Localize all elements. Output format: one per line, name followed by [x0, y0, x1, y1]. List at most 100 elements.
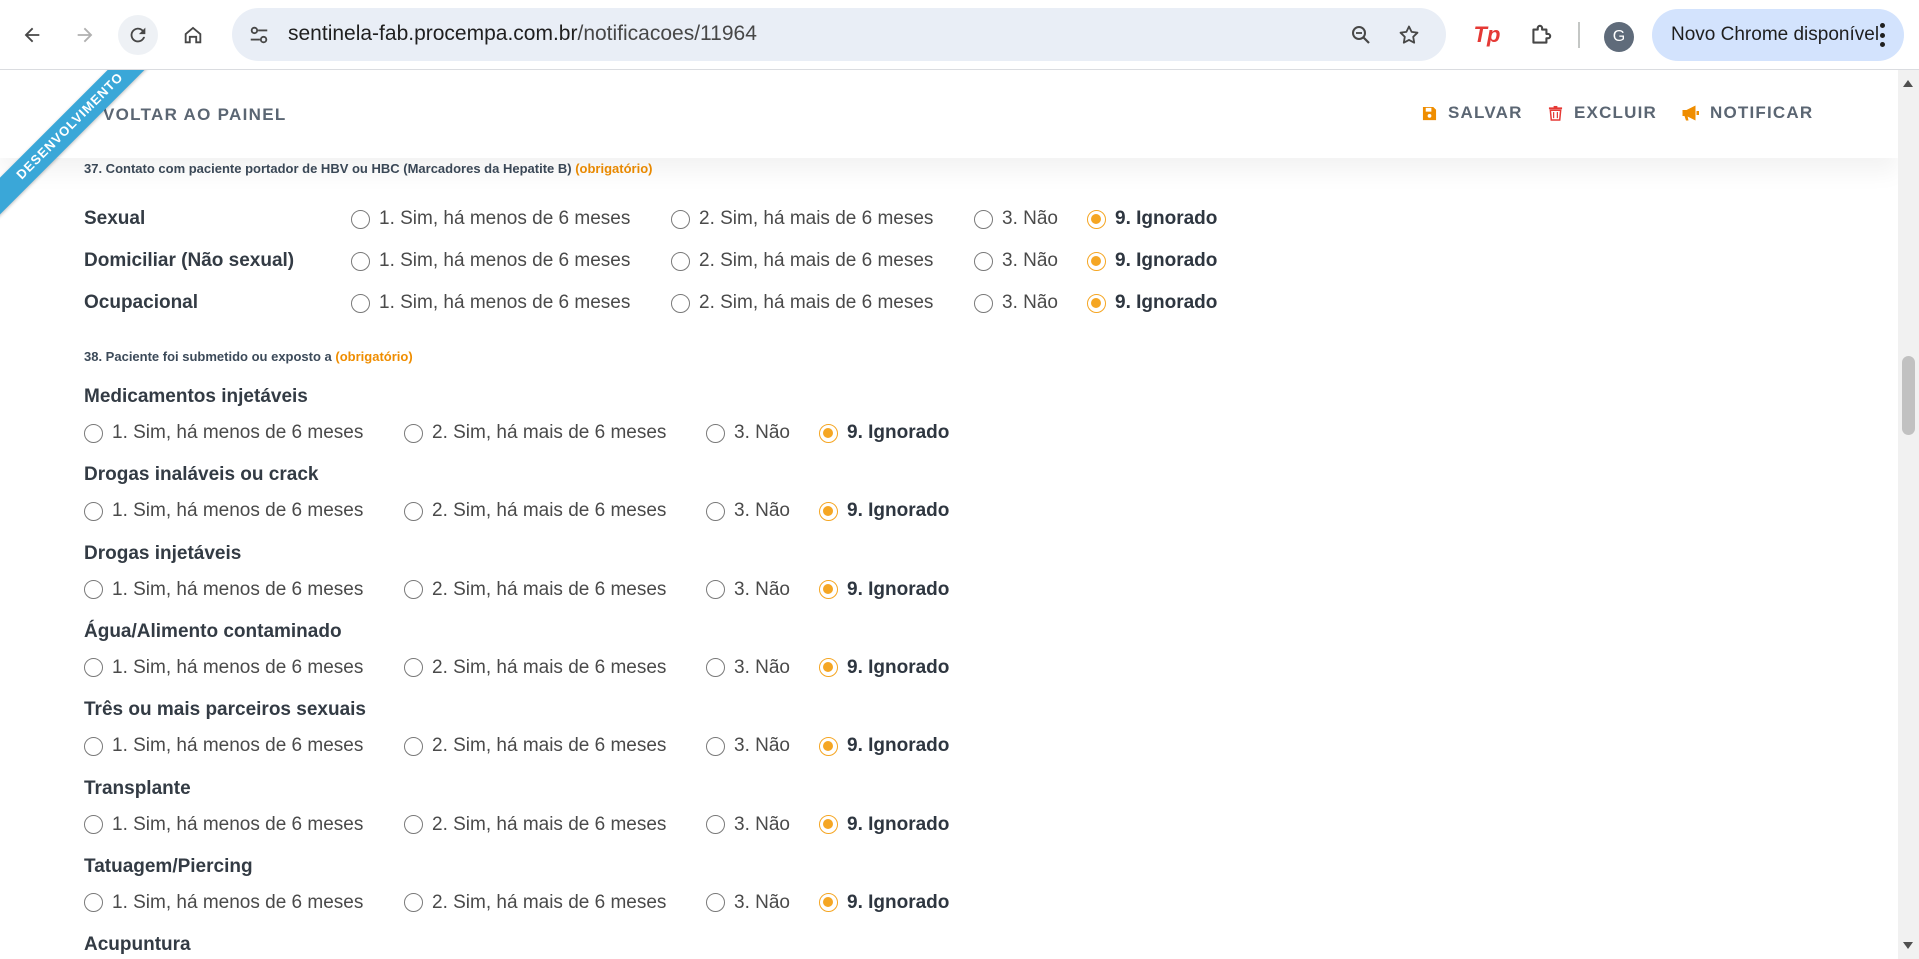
q38-transplante-option-2[interactable]: 2. Sim, há mais de 6 meses — [404, 814, 666, 836]
radio-button[interactable] — [819, 580, 838, 600]
home-icon[interactable] — [173, 15, 213, 55]
zoom-icon[interactable] — [1348, 22, 1374, 48]
page-scrollbar[interactable] — [1898, 70, 1919, 959]
radio-button[interactable] — [819, 893, 838, 913]
radio-button[interactable] — [1087, 209, 1106, 229]
radio-button[interactable] — [671, 209, 690, 229]
radio-button[interactable] — [706, 736, 725, 756]
radio-button[interactable] — [974, 251, 993, 271]
radio-button[interactable] — [404, 736, 423, 756]
radio-button[interactable] — [404, 815, 423, 834]
scroll-thumb[interactable] — [1902, 356, 1915, 435]
address-bar[interactable]: sentinela-fab.procempa.com.br/notificaco… — [232, 8, 1446, 61]
radio-button[interactable] — [84, 815, 103, 834]
q37-domiciliar-nao-sexual-option-9[interactable]: 9. Ignorado — [1087, 250, 1217, 272]
radio-button[interactable] — [706, 815, 725, 834]
q38-tatuagem-piercing-option-2[interactable]: 2. Sim, há mais de 6 meses — [404, 892, 666, 914]
q38-transplante-option-1[interactable]: 1. Sim, há menos de 6 meses — [84, 814, 363, 836]
q38-medicamentos-injetaveis-option-9[interactable]: 9. Ignorado — [819, 422, 949, 444]
q38-agua-alimento-contaminado-option-2[interactable]: 2. Sim, há mais de 6 meses — [404, 657, 666, 679]
radio-button[interactable] — [671, 251, 690, 271]
radio-button[interactable] — [974, 293, 993, 313]
radio-button[interactable] — [84, 736, 103, 756]
radio-button[interactable] — [819, 658, 838, 678]
q38-agua-alimento-contaminado-option-3[interactable]: 3. Não — [706, 657, 790, 679]
radio-button[interactable] — [819, 423, 838, 443]
back-to-panel-link[interactable]: VOLTAR AO PAINEL — [103, 105, 287, 125]
q38-drogas-inalaveis-ou-crack-option-9[interactable]: 9. Ignorado — [819, 500, 949, 522]
radio-button[interactable] — [351, 209, 370, 229]
q38-tatuagem-piercing-option-9[interactable]: 9. Ignorado — [819, 892, 949, 914]
radio-button[interactable] — [974, 209, 993, 229]
radio-button[interactable] — [404, 580, 423, 600]
radio-button[interactable] — [404, 501, 423, 521]
q38-tres-ou-mais-parceiros-sexuais-option-1[interactable]: 1. Sim, há menos de 6 meses — [84, 735, 363, 757]
site-info-icon[interactable] — [246, 22, 272, 48]
radio-button[interactable] — [84, 423, 103, 443]
q38-tatuagem-piercing-option-3[interactable]: 3. Não — [706, 892, 790, 914]
radio-button[interactable] — [84, 893, 103, 913]
q38-tres-ou-mais-parceiros-sexuais-option-3[interactable]: 3. Não — [706, 735, 790, 757]
delete-button[interactable]: EXCLUIR — [1546, 103, 1657, 123]
radio-button[interactable] — [706, 658, 725, 678]
q38-tres-ou-mais-parceiros-sexuais-option-9[interactable]: 9. Ignorado — [819, 735, 949, 757]
q37-sexual-option-9[interactable]: 9. Ignorado — [1087, 208, 1217, 230]
back-icon[interactable] — [12, 15, 52, 55]
q38-transplante-option-9[interactable]: 9. Ignorado — [819, 814, 949, 836]
radio-button[interactable] — [404, 423, 423, 443]
menu-dots-icon[interactable] — [1880, 23, 1886, 47]
forward-icon[interactable] — [65, 15, 105, 55]
radio-button[interactable] — [706, 580, 725, 600]
q37-sexual-option-1[interactable]: 1. Sim, há menos de 6 meses — [351, 208, 630, 230]
save-button[interactable]: SALVAR — [1420, 103, 1523, 123]
radio-button[interactable] — [1087, 251, 1106, 271]
q38-agua-alimento-contaminado-option-9[interactable]: 9. Ignorado — [819, 657, 949, 679]
reload-icon[interactable] — [118, 15, 158, 55]
q37-sexual-option-3[interactable]: 3. Não — [974, 208, 1058, 230]
radio-button[interactable] — [706, 423, 725, 443]
radio-button[interactable] — [84, 580, 103, 600]
radio-button[interactable] — [351, 251, 370, 271]
q38-medicamentos-injetaveis-option-3[interactable]: 3. Não — [706, 422, 790, 444]
q38-drogas-injetaveis-option-1[interactable]: 1. Sim, há menos de 6 meses — [84, 579, 363, 601]
radio-button[interactable] — [819, 736, 838, 756]
radio-button[interactable] — [706, 501, 725, 521]
q38-drogas-inalaveis-ou-crack-option-2[interactable]: 2. Sim, há mais de 6 meses — [404, 500, 666, 522]
q37-ocupacional-option-3[interactable]: 3. Não — [974, 292, 1058, 314]
q38-tatuagem-piercing-option-1[interactable]: 1. Sim, há menos de 6 meses — [84, 892, 363, 914]
q37-domiciliar-nao-sexual-option-3[interactable]: 3. Não — [974, 250, 1058, 272]
bookmark-star-icon[interactable] — [1396, 22, 1422, 48]
q38-medicamentos-injetaveis-option-2[interactable]: 2. Sim, há mais de 6 meses — [404, 422, 666, 444]
q38-drogas-inalaveis-ou-crack-option-1[interactable]: 1. Sim, há menos de 6 meses — [84, 500, 363, 522]
q37-ocupacional-option-1[interactable]: 1. Sim, há menos de 6 meses — [351, 292, 630, 314]
radio-button[interactable] — [819, 815, 838, 834]
radio-button[interactable] — [819, 501, 838, 521]
notify-button[interactable]: NOTIFICAR — [1680, 103, 1813, 123]
q37-ocupacional-option-2[interactable]: 2. Sim, há mais de 6 meses — [671, 292, 933, 314]
q37-ocupacional-option-9[interactable]: 9. Ignorado — [1087, 292, 1217, 314]
q38-transplante-option-3[interactable]: 3. Não — [706, 814, 790, 836]
radio-button[interactable] — [84, 501, 103, 521]
radio-button[interactable] — [671, 293, 690, 313]
q37-domiciliar-nao-sexual-option-1[interactable]: 1. Sim, há menos de 6 meses — [351, 250, 630, 272]
radio-button[interactable] — [706, 893, 725, 913]
url-text[interactable]: sentinela-fab.procempa.com.br/notificaco… — [288, 22, 757, 46]
q38-drogas-injetaveis-option-3[interactable]: 3. Não — [706, 579, 790, 601]
extensions-puzzle-icon[interactable] — [1524, 18, 1558, 52]
radio-button[interactable] — [1087, 293, 1106, 313]
radio-button[interactable] — [84, 658, 103, 678]
radio-button[interactable] — [351, 293, 370, 313]
q38-drogas-injetaveis-option-9[interactable]: 9. Ignorado — [819, 579, 949, 601]
q38-drogas-injetaveis-option-2[interactable]: 2. Sim, há mais de 6 meses — [404, 579, 666, 601]
q38-medicamentos-injetaveis-option-1[interactable]: 1. Sim, há menos de 6 meses — [84, 422, 363, 444]
q38-tres-ou-mais-parceiros-sexuais-option-2[interactable]: 2. Sim, há mais de 6 meses — [404, 735, 666, 757]
tp-extension-icon[interactable]: Tp — [1470, 18, 1504, 52]
scroll-up-icon[interactable] — [1903, 80, 1913, 87]
q37-sexual-option-2[interactable]: 2. Sim, há mais de 6 meses — [671, 208, 933, 230]
q38-drogas-inalaveis-ou-crack-option-3[interactable]: 3. Não — [706, 500, 790, 522]
q38-agua-alimento-contaminado-option-1[interactable]: 1. Sim, há menos de 6 meses — [84, 657, 363, 679]
profile-avatar[interactable]: G — [1604, 22, 1634, 52]
q37-domiciliar-nao-sexual-option-2[interactable]: 2. Sim, há mais de 6 meses — [671, 250, 933, 272]
radio-button[interactable] — [404, 658, 423, 678]
radio-button[interactable] — [404, 893, 423, 913]
